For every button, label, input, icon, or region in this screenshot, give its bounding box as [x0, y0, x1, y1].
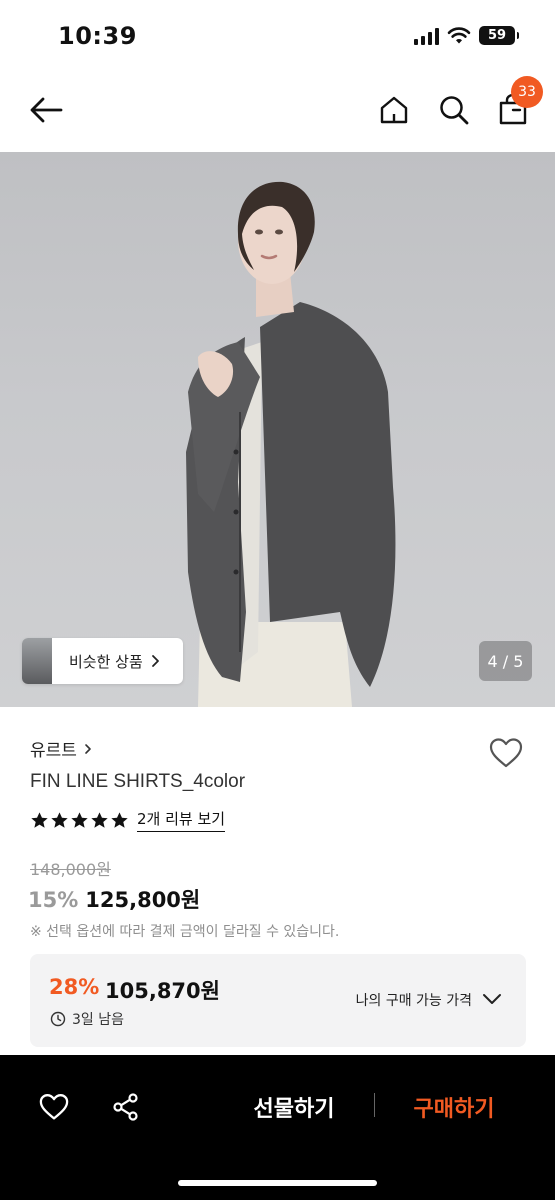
status-icons: 59: [414, 26, 519, 45]
similar-products-button[interactable]: 비슷한 상품: [22, 638, 183, 684]
rating-row: 2개 리뷰 보기: [30, 808, 226, 832]
star-icon: [111, 811, 128, 828]
back-button[interactable]: [24, 88, 68, 132]
price-row: 15% 125,800원: [28, 884, 200, 914]
share-button[interactable]: [106, 1087, 146, 1127]
top-nav: [0, 70, 555, 152]
signal-icon: [414, 27, 439, 45]
image-page-indicator: 4 / 5: [479, 641, 532, 681]
bottom-wishlist-button[interactable]: [34, 1087, 74, 1127]
product-image[interactable]: [0, 152, 555, 707]
clock-icon: [50, 1011, 66, 1027]
home-icon: [380, 96, 408, 124]
star-icon: [31, 811, 48, 828]
heart-icon: [489, 738, 523, 768]
time-remaining-label: 3일 남음: [72, 1012, 124, 1028]
wishlist-button[interactable]: [486, 734, 526, 772]
star-icon: [91, 811, 108, 828]
similar-thumbnail: [22, 638, 52, 684]
original-price: 148,000원: [30, 860, 111, 879]
similar-products-label: 비슷한 상품: [69, 652, 143, 671]
cart-count-badge: 33: [511, 76, 543, 108]
gift-button[interactable]: 선물하기: [232, 1085, 356, 1129]
star-icon: [71, 811, 88, 828]
chevron-right-icon: [85, 743, 91, 754]
status-bar: 10:39 59: [0, 0, 555, 70]
model-photo: [186, 181, 396, 707]
benefit-discount-rate: 28%: [49, 975, 100, 999]
view-reviews-link[interactable]: 2개 리뷰 보기: [137, 808, 226, 832]
status-time: 10:39: [58, 22, 137, 50]
arrow-left-icon: [30, 97, 63, 123]
search-icon: [440, 96, 469, 125]
my-purchase-price-panel[interactable]: 28% 105,870원 3일 남음 나의 구매 가능 가격: [30, 954, 526, 1047]
home-button[interactable]: [372, 88, 416, 132]
wifi-icon: [447, 26, 471, 43]
search-button[interactable]: [432, 88, 476, 132]
brand-link[interactable]: 유르트: [30, 736, 95, 761]
buy-button[interactable]: 구매하기: [392, 1085, 516, 1129]
rating-stars: [30, 811, 129, 830]
chevron-down-icon: [483, 994, 501, 1004]
sale-price: 125,800원: [85, 888, 201, 912]
star-icon: [51, 811, 68, 828]
share-icon: [113, 1093, 138, 1121]
price-notice: ※ 선택 옵션에 따라 결제 금액이 달라질 수 있습니다.: [30, 924, 340, 940]
time-remaining: 3일 남음: [50, 1009, 124, 1029]
bottom-action-bar: 선물하기 구매하기: [0, 1055, 555, 1200]
chevron-right-icon: [151, 655, 159, 667]
product-name: FIN LINE SHIRTS_4color: [30, 771, 246, 792]
discount-rate: 15%: [28, 888, 79, 912]
benefit-price: 105,870원: [105, 979, 220, 1003]
home-indicator: [178, 1180, 377, 1186]
my-purchase-price-label: 나의 구매 가능 가격: [355, 993, 472, 1009]
battery-indicator: 59: [479, 26, 519, 45]
bottom-divider: [374, 1093, 375, 1117]
brand-name: 유르트: [30, 741, 77, 761]
heart-icon: [39, 1094, 69, 1120]
